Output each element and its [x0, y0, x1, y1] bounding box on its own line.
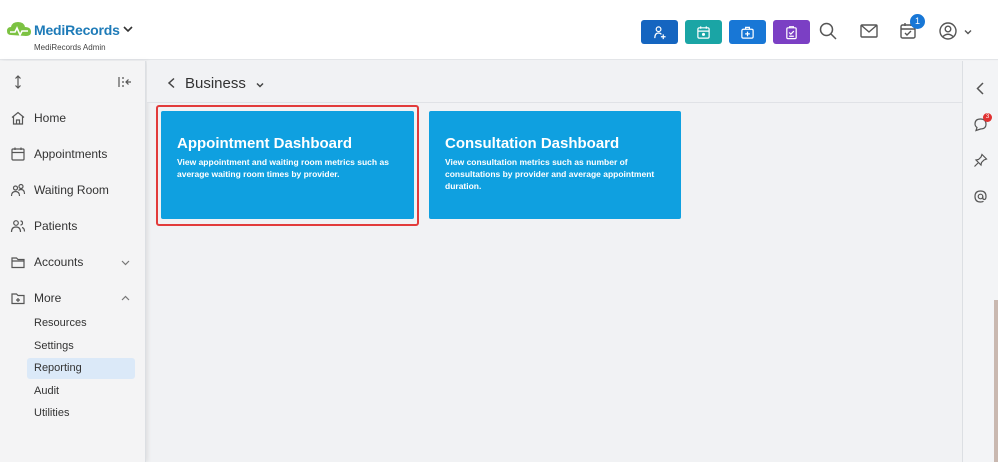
- top-header: MediRecords MediRecords Admin 1: [0, 0, 998, 60]
- sidebar-subitem-label: Reporting: [34, 362, 82, 374]
- page-title[interactable]: Business: [185, 75, 246, 92]
- sidebar-item-label: Accounts: [34, 255, 84, 269]
- resize-vertical-icon[interactable]: [10, 74, 26, 90]
- user-group-icon: [10, 220, 26, 233]
- right-rail: 3: [962, 61, 998, 462]
- consultation-dashboard-tile[interactable]: Consultation Dashboard View consultation…: [429, 111, 681, 219]
- sidebar-item-label: Appointments: [34, 147, 108, 161]
- org-subtitle: MediRecords Admin: [34, 43, 106, 52]
- medirecords-logo-icon: [7, 22, 31, 37]
- sidebar-item-label: Waiting Room: [34, 183, 109, 197]
- search-button[interactable]: [817, 20, 839, 42]
- appointment-dashboard-tile[interactable]: Appointment Dashboard View appointment a…: [161, 111, 414, 219]
- calendar-icon: [697, 25, 710, 39]
- sidebar-subitem-label: Audit: [34, 385, 60, 397]
- sidebar-subitem-label: Settings: [34, 340, 74, 352]
- sidebar-subitem-resources[interactable]: Resources: [27, 313, 135, 334]
- chevron-down-icon: [121, 260, 130, 265]
- sidebar-item-more[interactable]: More: [0, 283, 146, 313]
- tile-description: View consultation metrics such as number…: [445, 157, 655, 191]
- window-edge: [994, 300, 998, 462]
- sidebar: Home Appointments Waiting Room Patients …: [0, 61, 146, 462]
- chat-badge: 3: [983, 113, 992, 122]
- messages-button[interactable]: [858, 20, 880, 42]
- calendar-icon: [11, 147, 25, 161]
- search-icon: [819, 22, 837, 40]
- chevron-down-icon[interactable]: [255, 80, 265, 90]
- sidebar-item-label: Home: [34, 111, 67, 125]
- collapse-sidebar-icon[interactable]: [117, 74, 133, 90]
- sidebar-subitem-label: Utilities: [34, 407, 70, 419]
- sidebar-item-home[interactable]: Home: [0, 103, 146, 133]
- tile-title: Consultation Dashboard: [445, 135, 620, 152]
- sidebar-item-waiting-room[interactable]: Waiting Room: [0, 175, 146, 205]
- user-menu-button[interactable]: [937, 20, 959, 42]
- medical-kit-icon: [741, 26, 754, 39]
- pin-icon[interactable]: [973, 153, 988, 168]
- folder-plus-icon: [11, 293, 25, 305]
- medical-kit-button[interactable]: [729, 20, 766, 44]
- calendar-button[interactable]: [685, 20, 722, 44]
- home-icon: [11, 111, 25, 125]
- brand-name[interactable]: MediRecords: [34, 22, 120, 38]
- sidebar-subitem-settings[interactable]: Settings: [27, 336, 135, 357]
- tile-title: Appointment Dashboard: [177, 135, 352, 152]
- chevron-down-icon[interactable]: [122, 23, 134, 35]
- sidebar-item-accounts[interactable]: Accounts: [0, 247, 146, 277]
- sidebar-item-label: More: [34, 291, 62, 305]
- at-sign-icon[interactable]: [973, 189, 988, 204]
- clipboard-icon: [786, 25, 797, 39]
- back-arrow-icon[interactable]: [166, 77, 178, 89]
- sidebar-item-label: Patients: [34, 219, 78, 233]
- user-avatar-icon: [939, 22, 957, 40]
- mail-icon: [860, 24, 878, 38]
- notification-badge: 1: [910, 14, 925, 29]
- sidebar-subitem-label: Resources: [34, 317, 87, 329]
- add-patient-button[interactable]: [641, 20, 678, 44]
- breadcrumb: Business: [147, 61, 962, 103]
- chevron-up-icon: [121, 295, 130, 300]
- clipboard-button[interactable]: [773, 20, 810, 44]
- sidebar-item-appointments[interactable]: Appointments: [0, 139, 146, 169]
- people-icon: [10, 183, 26, 197]
- sidebar-item-patients[interactable]: Patients: [0, 211, 146, 241]
- chevron-left-icon[interactable]: [973, 81, 988, 96]
- sidebar-subitem-utilities[interactable]: Utilities: [27, 403, 135, 424]
- sidebar-subitem-audit[interactable]: Audit: [27, 381, 135, 402]
- tile-description: View appointment and waiting room metric…: [177, 157, 389, 179]
- sidebar-subitem-reporting[interactable]: Reporting: [27, 358, 135, 379]
- add-patient-icon: [654, 25, 666, 39]
- chevron-down-icon[interactable]: [963, 27, 973, 37]
- folder-icon: [11, 257, 25, 269]
